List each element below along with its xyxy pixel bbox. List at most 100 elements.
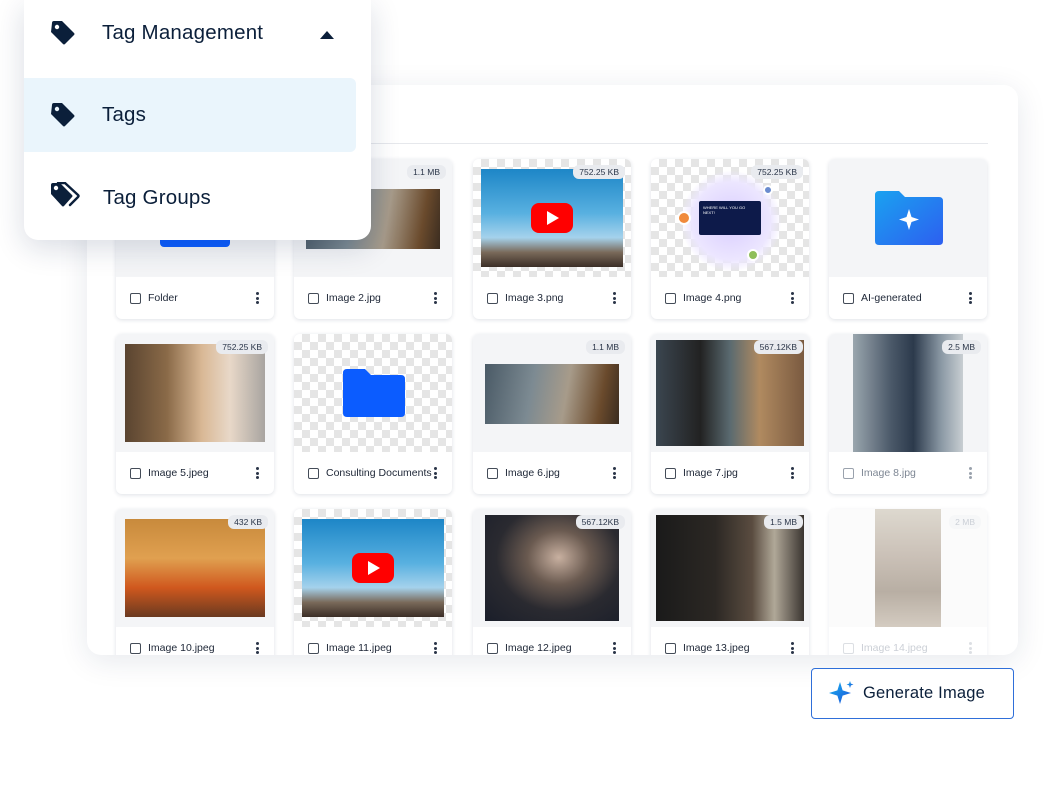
asset-name: Image 10.jpeg <box>148 642 215 654</box>
photo-image <box>656 340 804 446</box>
photo-image <box>485 364 619 424</box>
folder-icon <box>343 369 405 417</box>
select-checkbox[interactable] <box>665 292 676 304</box>
asset-card[interactable]: 752.25 KB Image 3.png <box>473 159 631 319</box>
kebab-icon[interactable] <box>613 642 616 654</box>
select-checkbox[interactable] <box>487 467 498 479</box>
kebab-icon[interactable] <box>434 467 437 479</box>
file-size-badge: 752.25 KB <box>573 165 625 179</box>
asset-thumbnail[interactable]: 1.5 MB <box>651 509 809 627</box>
asset-footer: Image 5.jpeg <box>116 452 274 494</box>
asset-name: Folder <box>148 292 178 304</box>
select-checkbox[interactable] <box>487 292 498 304</box>
kebab-icon[interactable] <box>791 642 794 654</box>
asset-thumbnail[interactable]: 567.12KB <box>473 509 631 627</box>
avatar <box>747 249 759 261</box>
kebab-icon[interactable] <box>613 467 616 479</box>
asset-thumbnail[interactable] <box>294 334 452 452</box>
kebab-icon[interactable] <box>434 292 437 304</box>
asset-thumbnail[interactable]: 752.25 KB <box>116 334 274 452</box>
file-size-badge: 567.12KB <box>753 340 803 354</box>
photo-image <box>656 515 804 621</box>
select-checkbox[interactable] <box>843 292 854 304</box>
asset-card[interactable]: Image 11.jpeg <box>294 509 452 655</box>
kebab-icon[interactable] <box>256 292 259 304</box>
kebab-icon[interactable] <box>791 467 794 479</box>
asset-footer: Image 11.jpeg <box>294 627 452 655</box>
play-icon[interactable] <box>531 203 573 233</box>
asset-footer: Consulting Documents <box>294 452 452 494</box>
asset-footer: Image 3.png <box>473 277 631 319</box>
promo-card: WHERE WILL YOU GO NEXT! <box>699 201 761 235</box>
photo-image <box>875 509 941 627</box>
menu-header-label: Tag Management <box>102 21 264 44</box>
play-icon[interactable] <box>352 553 394 583</box>
asset-card[interactable]: 2 MB Image 14.jpeg <box>829 509 987 655</box>
menu-item-tags[interactable]: Tags <box>24 78 356 152</box>
asset-thumbnail[interactable]: 2 MB <box>829 509 987 627</box>
select-checkbox[interactable] <box>130 642 141 654</box>
asset-name: Image 4.png <box>683 292 742 304</box>
sparkle-icon <box>829 681 854 704</box>
asset-footer: Image 10.jpeg <box>116 627 274 655</box>
kebab-icon[interactable] <box>969 467 972 479</box>
avatar <box>763 185 773 195</box>
asset-name: Image 7.jpg <box>683 467 738 479</box>
kebab-icon[interactable] <box>256 467 259 479</box>
asset-name: Consulting Documents <box>326 467 432 479</box>
select-checkbox[interactable] <box>843 467 854 479</box>
select-checkbox[interactable] <box>665 642 676 654</box>
asset-card[interactable]: AI-generated <box>829 159 987 319</box>
asset-card[interactable]: 1.1 MB Image 6.jpg <box>473 334 631 494</box>
file-size-badge: 567.12KB <box>575 515 625 529</box>
kebab-icon[interactable] <box>434 642 437 654</box>
asset-thumbnail[interactable]: 432 KB <box>116 509 274 627</box>
select-checkbox[interactable] <box>308 292 319 304</box>
asset-thumbnail[interactable] <box>829 159 987 277</box>
select-checkbox[interactable] <box>308 467 319 479</box>
select-checkbox[interactable] <box>665 467 676 479</box>
asset-card[interactable]: 2.5 MB Image 8.jpg <box>829 334 987 494</box>
kebab-icon[interactable] <box>791 292 794 304</box>
asset-thumbnail[interactable]: 2.5 MB <box>829 334 987 452</box>
asset-card[interactable]: WHERE WILL YOU GO NEXT! 752.25 KB Image … <box>651 159 809 319</box>
asset-card[interactable]: 567.12KB Image 7.jpg <box>651 334 809 494</box>
file-size-badge: 752.25 KB <box>216 340 268 354</box>
asset-thumbnail[interactable]: 567.12KB <box>651 334 809 452</box>
asset-thumbnail[interactable]: WHERE WILL YOU GO NEXT! 752.25 KB <box>651 159 809 277</box>
kebab-icon[interactable] <box>256 642 259 654</box>
kebab-icon[interactable] <box>969 642 972 654</box>
asset-card[interactable]: Consulting Documents <box>294 334 452 494</box>
asset-thumbnail[interactable] <box>294 509 452 627</box>
menu-item-tag-groups[interactable]: Tag Groups <box>24 160 371 234</box>
photo-image <box>485 515 619 621</box>
asset-card[interactable]: 432 KB Image 10.jpeg <box>116 509 274 655</box>
select-checkbox[interactable] <box>487 642 498 654</box>
generate-image-button[interactable]: Generate Image <box>811 668 1014 719</box>
asset-footer: Image 6.jpg <box>473 452 631 494</box>
select-checkbox[interactable] <box>130 467 141 479</box>
ai-folder-icon <box>875 191 943 245</box>
select-checkbox[interactable] <box>843 642 854 654</box>
asset-name: AI-generated <box>861 292 922 304</box>
asset-thumbnail[interactable]: 1.1 MB <box>473 334 631 452</box>
asset-card[interactable]: 752.25 KB Image 5.jpeg <box>116 334 274 494</box>
asset-name: Image 13.jpeg <box>683 642 750 654</box>
asset-footer: Folder <box>116 277 274 319</box>
asset-thumbnail[interactable]: 752.25 KB <box>473 159 631 277</box>
asset-footer: AI-generated <box>829 277 987 319</box>
chevron-up-icon[interactable] <box>320 31 334 39</box>
asset-card[interactable]: 1.5 MB Image 13.jpeg <box>651 509 809 655</box>
kebab-icon[interactable] <box>969 292 972 304</box>
asset-name: Image 3.png <box>505 292 564 304</box>
tag-management-header[interactable]: Tag Management <box>24 0 371 66</box>
select-checkbox[interactable] <box>130 292 141 304</box>
asset-card[interactable]: 567.12KB Image 12.jpeg <box>473 509 631 655</box>
asset-footer: Image 12.jpeg <box>473 627 631 655</box>
generate-image-label: Generate Image <box>863 684 986 702</box>
select-checkbox[interactable] <box>308 642 319 654</box>
tag-icon <box>51 21 75 45</box>
asset-name: Image 14.jpeg <box>861 642 928 654</box>
kebab-icon[interactable] <box>613 292 616 304</box>
photo-image <box>125 519 265 617</box>
